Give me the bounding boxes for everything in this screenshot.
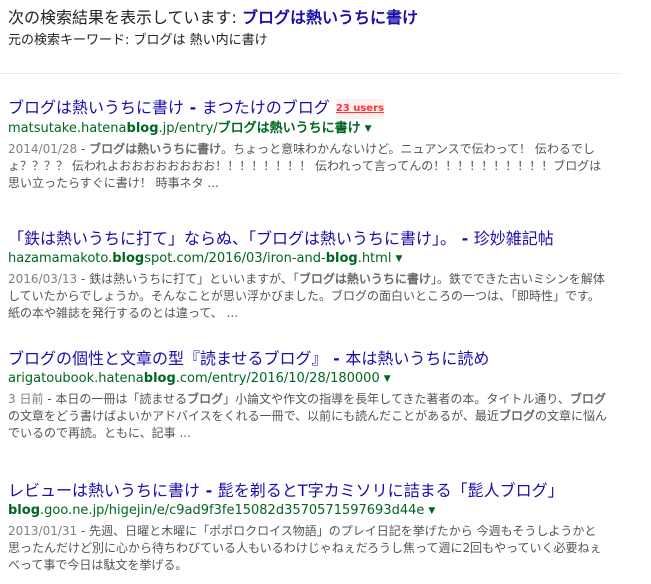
result-title-separator: - [200,481,218,500]
result-title-main[interactable]: レビューは熱いうちに書け [8,481,200,500]
result-title-site[interactable]: 本は熱いうちに読め [345,349,489,368]
search-result: 「鉄は熱いうちに打て」ならぬ、「ブログは熱いうちに書け」。 - 珍妙雑記帖 ha… [8,229,608,322]
result-title-separator: - [456,229,474,248]
result-url-part: .jp/entry/ [158,121,218,136]
snippet-highlight: ブログ [187,392,224,406]
result-url-highlight: blog [126,121,159,136]
result-url-part: .html [357,251,392,266]
corrected-query-link[interactable]: ブログは熱いうちに書け [242,8,418,27]
result-title-link[interactable]: ブログの個性と文章の型『読ませるブログ』 - 本は熱いうちに読め [8,349,608,369]
dropdown-caret-icon[interactable]: ▼ [395,251,402,268]
snippet-text: 先週、日曜と木曜に「ポポロクロイス物語」のプレイ日記を挙げたから 今週もそうしよ… [8,524,602,572]
result-title-link[interactable]: ブログは熱いうちに書け - まつたけのブログ 23 users [8,98,608,119]
result-url: arigatoubook.hatenablog.com/entry/2016/1… [8,370,608,388]
result-url: hazamamakoto.blogspot.com/2016/03/iron-a… [8,250,608,268]
result-url-highlight: blog [8,503,40,518]
result-date: 2016/03/13 [8,272,78,286]
result-url: blog.goo.ne.jp/higejin/e/c9ad9f3fe15082d… [8,502,608,520]
snippet-dash: - [77,272,90,286]
result-title-link[interactable]: 「鉄は熱いうちに打て」ならぬ、「ブログは熱いうちに書け」。 - 珍妙雑記帖 [8,229,608,249]
showing-results-prefix: 次の検索結果を表示しています: [8,8,242,27]
result-snippet: 3 日前 - 本日の一冊は「読ませるブログ」小論文や作文の指導を長年してきた著者… [8,391,608,442]
result-url-highlight: blog [143,371,176,386]
snippet-text: の文章をどう書けばよいかアドバイスをくれる一冊で、以前にも読んだことがあるが、最… [8,409,499,423]
snippet-text: 」小論文や作文の指導を長年してきた著者の本。タイトル通り、 [223,392,570,406]
result-url-part: matsutake.hatena [8,121,127,136]
original-query-prefix: 元の検索キーワード: [8,33,134,48]
result-title-main[interactable]: ブログは熱いうちに書け [8,98,184,117]
result-url-highlight: blog [325,251,358,266]
snippet-highlight: ブログは熱いうちに書け [298,272,431,286]
result-date: 2013/01/31 [8,524,78,538]
result-title-separator: - [327,349,346,368]
result-url-part: spot.com/2016/03/iron-and- [144,251,326,266]
result-snippet: 2014/01/28 - ブログは熱いうちに書け。ちょっと意味わかんないけど。ニ… [8,141,608,192]
divider [0,73,620,74]
snippet-dash: - [43,392,56,406]
result-title-site[interactable]: 髭を剃るとT字カミソリに詰まる「髭人ブログ」 [218,481,564,500]
dropdown-caret-icon[interactable]: ▼ [428,503,435,520]
dropdown-caret-icon[interactable]: ▼ [384,371,391,388]
snippet-highlight: ブログは熱いうちに書け [89,142,222,156]
snippet-highlight: ブログ [498,409,535,423]
result-title-site[interactable]: まつたけのブログ [202,98,330,117]
result-title-site[interactable]: 珍妙雑記帖 [474,229,554,248]
result-url-part: .com/entry/2016/10/28/180000 [175,371,380,386]
result-title-link[interactable]: レビューは熱いうちに書け - 髭を剃るとT字カミソリに詰まる「髭人ブログ」 [8,481,608,501]
result-url-part: .goo.ne.jp/higejin/e/c9ad9f3fe15082d3570… [40,503,425,518]
result-date: 2014/01/28 [8,142,78,156]
snippet-dash: - [77,524,90,538]
result-date: 3 日前 [8,392,44,406]
result-url-part: hazamamakoto. [8,251,113,266]
result-snippet: 2013/01/31 - 先週、日曜と木曜に「ポポロクロイス物語」のプレイ日記を… [8,523,608,574]
hatena-users-badge[interactable]: 23 users [335,99,384,119]
snippet-highlight: ブログ [569,392,606,406]
original-query-link[interactable]: ブログは 熱い内に書け [134,33,268,48]
result-title-main[interactable]: ブログの個性と文章の型『読ませるブログ』 [8,349,328,368]
snippet-highlight: 鉄は熱いうちに打て」といいますが、「 [89,272,299,286]
result-title-separator: - [184,98,202,117]
result-url-highlight: ブログは熱いうちに書け [217,121,361,136]
result-url: matsutake.hatenablog.jp/entry/ブログは熱いうちに書… [8,120,608,138]
search-result: レビューは熱いうちに書け - 髭を剃るとT字カミソリに詰まる「髭人ブログ」 bl… [8,481,608,574]
result-title-main[interactable]: 「鉄は熱いうちに打て」ならぬ、「ブログは熱いうちに書け」。 [8,229,456,248]
result-url-highlight: blog [112,251,145,266]
original-query-line: 元の検索キーワード: ブログは 熱い内に書け [8,32,268,50]
search-result: ブログの個性と文章の型『読ませるブログ』 - 本は熱いうちに読め arigato… [8,349,608,442]
showing-results-for: 次の検索結果を表示しています: ブログは熱いうちに書け [8,8,418,28]
result-snippet: 2016/03/13 - 鉄は熱いうちに打て」といいますが、「ブログは熱いうちに… [8,271,608,322]
dropdown-caret-icon[interactable]: ▼ [365,121,372,138]
snippet-text: 本日の一冊は「読ませる [55,392,188,406]
result-url-part: arigatoubook.hatena [8,371,144,386]
search-result: ブログは熱いうちに書け - まつたけのブログ 23 users matsutake… [8,98,608,192]
snippet-dash: - [77,142,90,156]
